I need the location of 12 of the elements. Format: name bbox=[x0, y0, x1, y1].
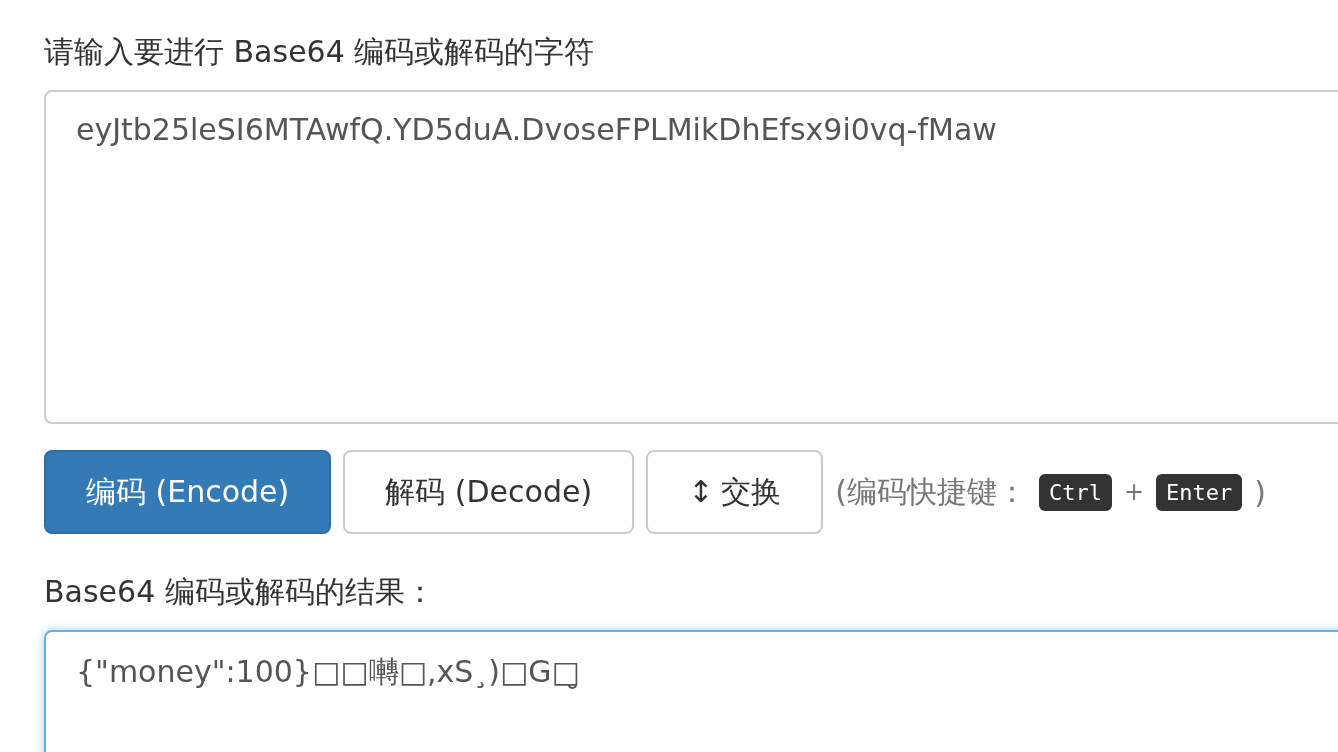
result-field[interactable]: {"money":100}□□囀□,xS¸)□G□̮ bbox=[44, 630, 1338, 752]
action-button[interactable]: 解码 (Decode) bbox=[343, 450, 635, 534]
action-button[interactable]: 编码 (Encode) bbox=[44, 450, 332, 534]
result-label: Base64 编码或解码的结果： bbox=[44, 573, 436, 611]
key-label: Ctrl bbox=[1039, 473, 1112, 511]
action-button[interactable]: ↕ 交换 bbox=[646, 450, 824, 534]
closing-paren: ) bbox=[1254, 474, 1267, 510]
input-field[interactable]: eyJtb25leSI6MTAwfQ.YD5duA.DvoseFPLMikDhEfsx9i0vq-fMaw bbox=[44, 90, 1338, 424]
shortcut-hint: (编码快捷键： bbox=[835, 472, 1027, 511]
plus-sign: + bbox=[1123, 478, 1145, 506]
key-label: Enter bbox=[1156, 473, 1243, 511]
input-label: 请输入要进行 Base64 编码或解码的字符 bbox=[44, 33, 596, 71]
